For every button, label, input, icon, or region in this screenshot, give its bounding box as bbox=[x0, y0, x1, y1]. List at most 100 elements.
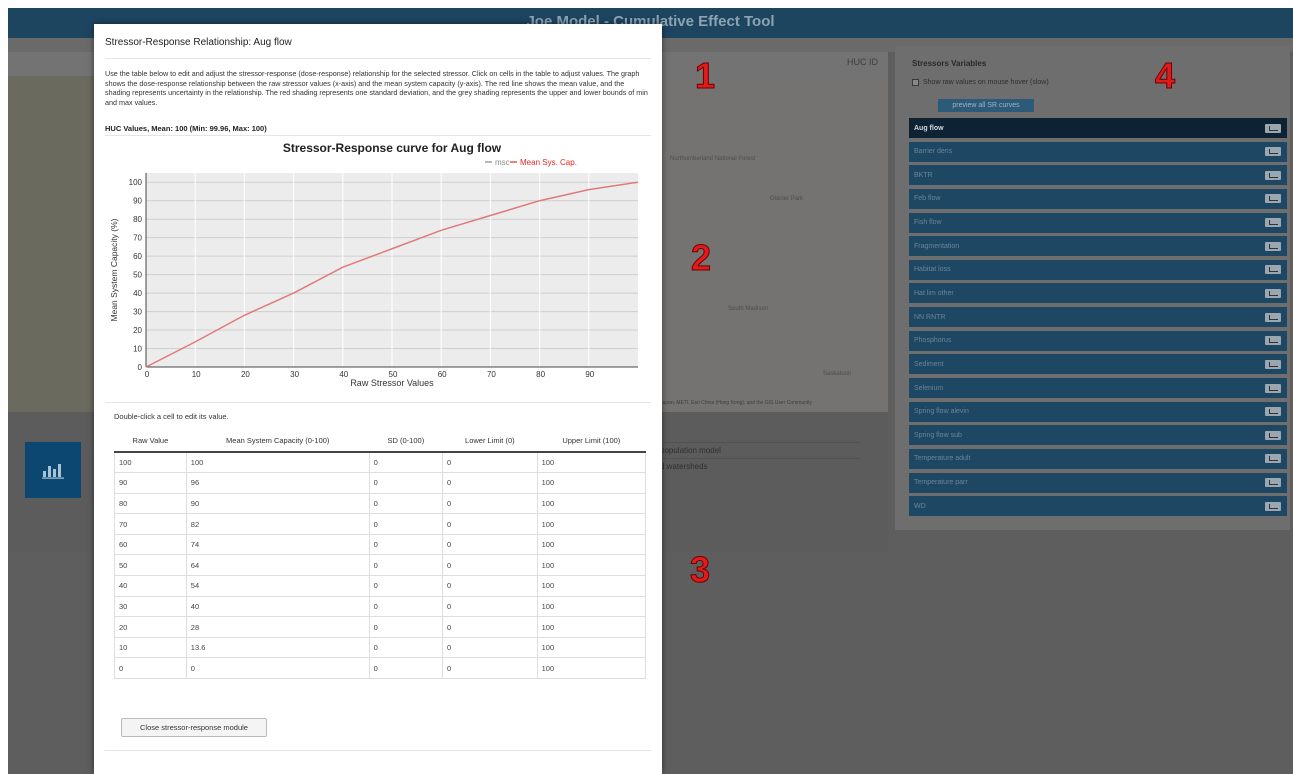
table-cell[interactable]: 0 bbox=[368, 492, 444, 515]
stressor-item[interactable]: Temperature adult bbox=[909, 448, 1287, 469]
table-cell[interactable]: 0 bbox=[368, 595, 444, 618]
preview-all-sr-curves-button[interactable]: preview all SR curves bbox=[938, 99, 1034, 112]
table-cell[interactable]: 30 bbox=[114, 595, 187, 618]
edit-chart-icon[interactable] bbox=[1265, 241, 1281, 251]
edit-chart-icon[interactable] bbox=[1265, 359, 1281, 369]
table-cell[interactable]: 10 bbox=[114, 636, 187, 659]
table-cell[interactable]: 0 bbox=[185, 657, 370, 680]
table-cell[interactable]: 54 bbox=[185, 575, 370, 597]
stressor-item[interactable]: Spring flow sub bbox=[909, 425, 1287, 446]
table-cell[interactable]: 100 bbox=[536, 533, 647, 556]
table-cell[interactable]: 100 bbox=[114, 451, 187, 474]
table-cell[interactable]: 60 bbox=[114, 533, 187, 556]
stressor-item[interactable]: BKTR bbox=[909, 165, 1287, 186]
close-module-button[interactable]: Close stressor-response module bbox=[121, 718, 267, 737]
table-cell[interactable]: 0 bbox=[442, 595, 538, 618]
watersheds-text: d watersheds bbox=[660, 462, 708, 471]
stressor-item-label: Temperature adult bbox=[914, 455, 971, 463]
show-raw-values-checkbox[interactable] bbox=[912, 79, 919, 86]
table-cell[interactable]: 0 bbox=[442, 575, 538, 597]
stressor-item[interactable]: Barrier dens bbox=[909, 141, 1287, 162]
table-cell[interactable]: 28 bbox=[185, 616, 370, 638]
table-cell[interactable]: 82 bbox=[185, 513, 370, 535]
y-tick-label: 70 bbox=[133, 234, 142, 243]
table-cell[interactable]: 0 bbox=[442, 636, 538, 659]
y-axis-label: Mean System Capacity (%) bbox=[109, 218, 119, 321]
stressor-item[interactable]: Temperature parr bbox=[909, 472, 1287, 493]
edit-chart-icon[interactable] bbox=[1265, 430, 1281, 440]
table-cell[interactable]: 40 bbox=[185, 595, 370, 618]
table-cell[interactable]: 0 bbox=[368, 554, 444, 577]
stressor-item[interactable]: Spring flow alevin bbox=[909, 401, 1287, 422]
stressor-item[interactable]: Feb flow bbox=[909, 188, 1287, 209]
stressor-variables-panel: Stressors Variables Show raw values on m… bbox=[895, 46, 1290, 530]
table-cell[interactable]: 0 bbox=[368, 657, 444, 680]
table-cell[interactable]: 0 bbox=[114, 657, 187, 680]
table-cell[interactable]: 100 bbox=[536, 513, 647, 535]
table-cell[interactable]: 96 bbox=[185, 472, 370, 494]
edit-chart-icon[interactable] bbox=[1265, 147, 1281, 157]
table-cell[interactable]: 100 bbox=[536, 451, 647, 474]
stressor-item[interactable]: Aug flow bbox=[909, 118, 1287, 138]
edit-chart-icon[interactable] bbox=[1265, 336, 1281, 346]
edit-chart-icon[interactable] bbox=[1265, 478, 1281, 488]
table-cell[interactable]: 0 bbox=[368, 575, 444, 597]
table-cell[interactable]: 0 bbox=[368, 451, 444, 474]
table-cell[interactable]: 0 bbox=[442, 533, 538, 556]
table-cell[interactable]: 100 bbox=[536, 575, 647, 597]
table-cell[interactable]: 100 bbox=[536, 636, 647, 659]
stressor-item[interactable]: NN RNTR bbox=[909, 307, 1287, 328]
table-cell[interactable]: 0 bbox=[368, 533, 444, 556]
stressor-item[interactable]: Hat lim other bbox=[909, 283, 1287, 304]
edit-chart-icon[interactable] bbox=[1265, 265, 1281, 275]
stressor-item[interactable]: Phosphorus bbox=[909, 330, 1287, 351]
table-cell[interactable]: 20 bbox=[114, 616, 187, 638]
stressor-item[interactable]: Fragmentation bbox=[909, 236, 1287, 257]
table-cell[interactable]: 100 bbox=[536, 657, 647, 680]
table-cell[interactable]: 0 bbox=[442, 513, 538, 535]
table-cell[interactable]: 100 bbox=[536, 554, 647, 577]
show-raw-values-option[interactable]: Show raw values on mouse hover (slow) bbox=[912, 79, 1049, 86]
table-cell[interactable]: 64 bbox=[185, 554, 370, 577]
table-cell[interactable]: 0 bbox=[368, 513, 444, 535]
table-cell[interactable]: 100 bbox=[536, 616, 647, 638]
stressor-item[interactable]: Habitat loss bbox=[909, 259, 1287, 280]
table-cell[interactable]: 80 bbox=[114, 492, 187, 515]
chart-module-button[interactable] bbox=[25, 442, 81, 498]
table-cell[interactable]: 0 bbox=[442, 451, 538, 474]
table-cell[interactable]: 0 bbox=[442, 554, 538, 577]
table-cell[interactable]: 90 bbox=[114, 472, 187, 494]
edit-chart-icon[interactable] bbox=[1265, 218, 1281, 228]
table-cell[interactable]: 0 bbox=[442, 657, 538, 680]
edit-chart-icon[interactable] bbox=[1265, 407, 1281, 417]
table-cell[interactable]: 100 bbox=[536, 492, 647, 515]
edit-chart-icon[interactable] bbox=[1265, 383, 1281, 393]
table-cell[interactable]: 90 bbox=[185, 492, 370, 515]
table-cell[interactable]: 0 bbox=[442, 492, 538, 515]
table-cell[interactable]: 13.6 bbox=[185, 636, 370, 659]
table-cell[interactable]: 0 bbox=[442, 616, 538, 638]
table-header-cell: Mean System Capacity (0-100) bbox=[186, 430, 370, 453]
edit-chart-icon[interactable] bbox=[1265, 288, 1281, 298]
table-cell[interactable]: 70 bbox=[114, 513, 187, 535]
table-cell[interactable]: 100 bbox=[536, 595, 647, 618]
edit-chart-icon[interactable] bbox=[1265, 454, 1281, 464]
edit-chart-icon[interactable] bbox=[1265, 312, 1281, 322]
edit-chart-icon[interactable] bbox=[1265, 501, 1281, 511]
table-cell[interactable]: 0 bbox=[368, 616, 444, 638]
stressor-item[interactable]: WD bbox=[909, 496, 1287, 517]
table-cell[interactable]: 50 bbox=[114, 554, 187, 577]
table-cell[interactable]: 100 bbox=[185, 451, 370, 474]
stressor-item[interactable]: Fish flow bbox=[909, 212, 1287, 233]
edit-chart-icon[interactable] bbox=[1265, 170, 1281, 180]
stressor-item[interactable]: Selenium bbox=[909, 378, 1287, 399]
table-cell[interactable]: 40 bbox=[114, 575, 187, 597]
table-cell[interactable]: 0 bbox=[368, 472, 444, 494]
table-cell[interactable]: 0 bbox=[368, 636, 444, 659]
table-cell[interactable]: 74 bbox=[185, 533, 370, 556]
stressor-item[interactable]: Sediment bbox=[909, 354, 1287, 375]
edit-chart-icon[interactable] bbox=[1265, 194, 1281, 204]
edit-chart-icon[interactable] bbox=[1265, 123, 1281, 133]
table-cell[interactable]: 100 bbox=[536, 472, 647, 494]
table-cell[interactable]: 0 bbox=[442, 472, 538, 494]
